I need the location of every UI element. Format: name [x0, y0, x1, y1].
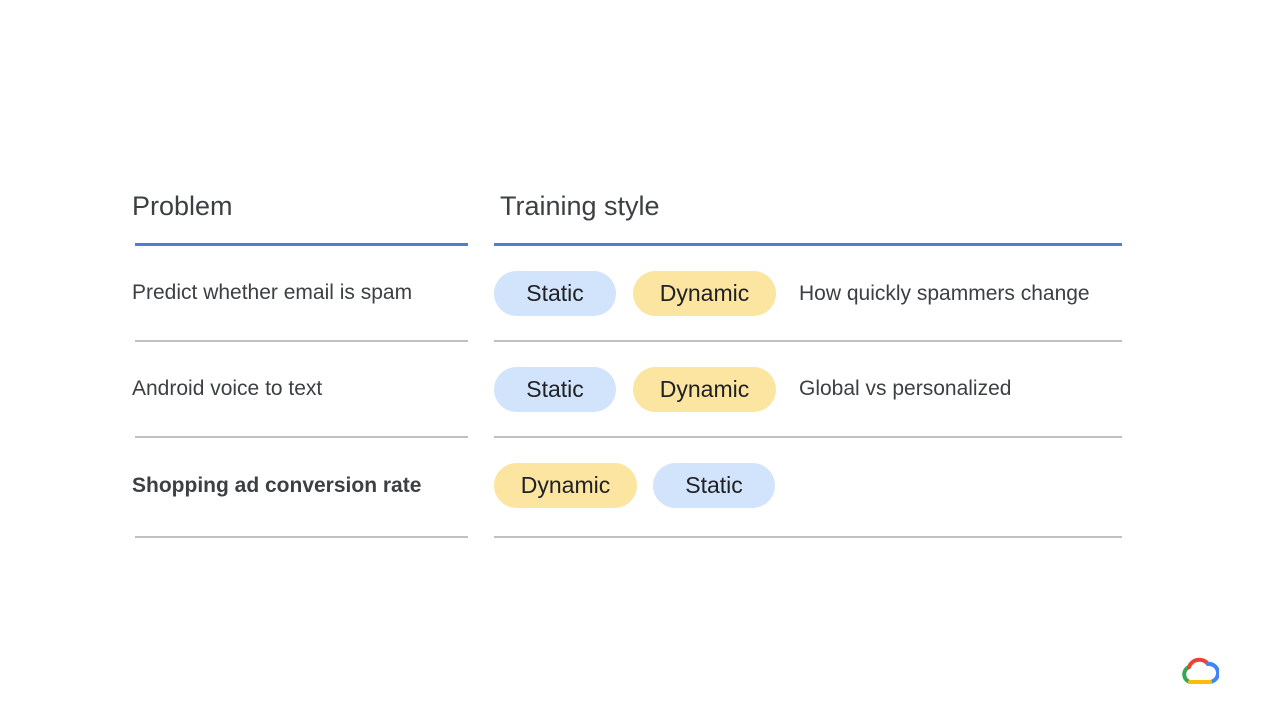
problem-label: Android voice to text — [132, 377, 323, 400]
row-note: How quickly spammers change — [799, 282, 1090, 305]
row-divider-left — [135, 340, 468, 342]
row-divider-right — [494, 536, 1122, 538]
dynamic-pill: Dynamic — [633, 367, 776, 412]
static-pill: Static — [653, 463, 775, 508]
google-cloud-logo-icon — [1181, 655, 1220, 687]
header-divider-right — [494, 243, 1122, 246]
row-divider-right — [494, 340, 1122, 342]
header-divider-left — [135, 243, 468, 246]
static-pill: Static — [494, 271, 616, 316]
problem-column-header: Problem — [132, 191, 233, 221]
row-divider-right — [494, 436, 1122, 438]
dynamic-pill: Dynamic — [494, 463, 637, 508]
row-divider-left — [135, 536, 468, 538]
dynamic-pill: Dynamic — [633, 271, 776, 316]
problem-label: Shopping ad conversion rate — [132, 474, 422, 497]
problem-label: Predict whether email is spam — [132, 281, 413, 304]
row-note: Global vs personalized — [799, 377, 1012, 400]
training-style-column-header: Training style — [500, 191, 660, 221]
row-divider-left — [135, 436, 468, 438]
static-pill: Static — [494, 367, 616, 412]
